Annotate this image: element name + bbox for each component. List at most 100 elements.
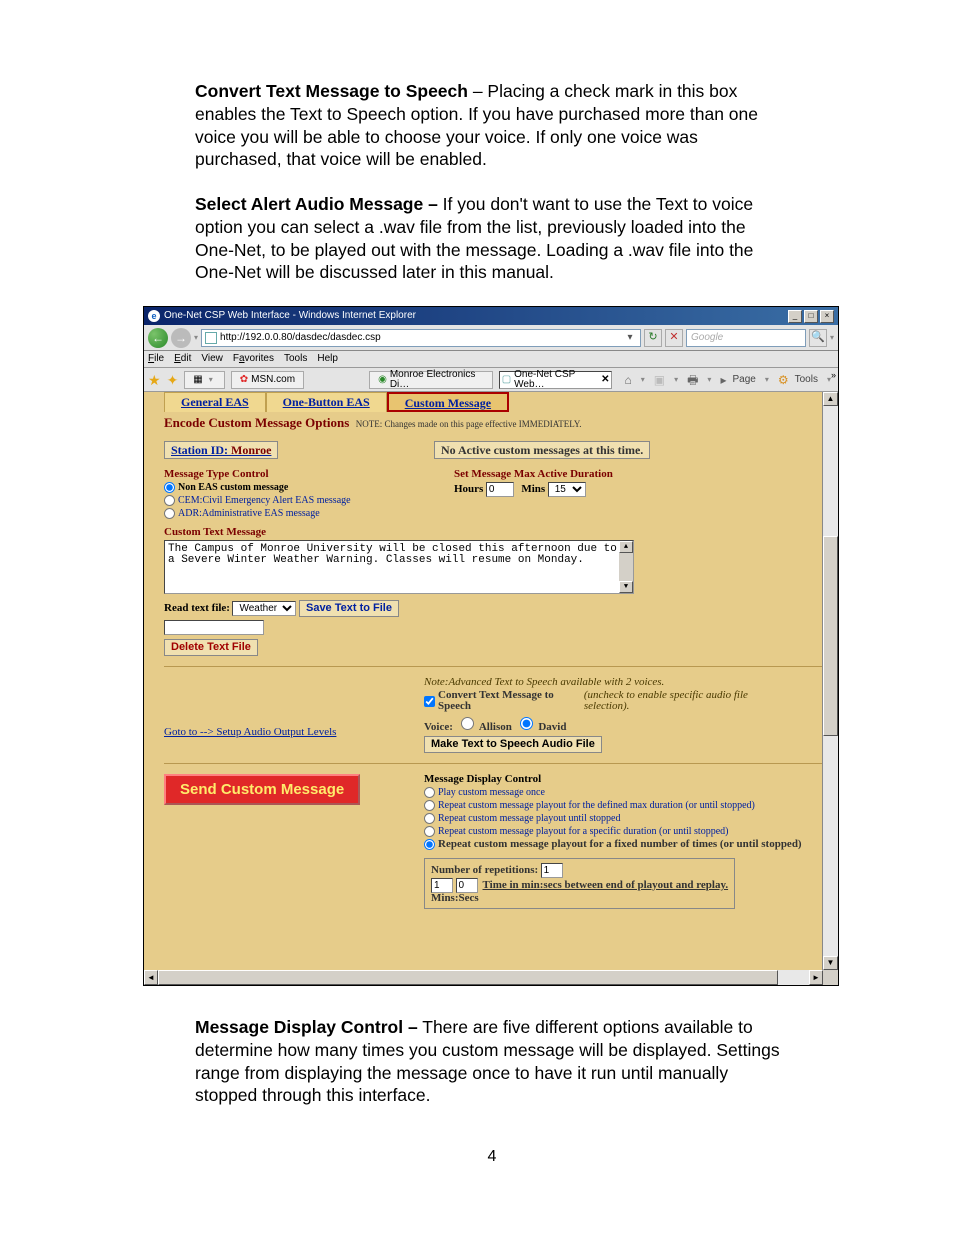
- scroll-down-icon[interactable]: ▼: [823, 956, 838, 970]
- voice-row: Voice: Allison David: [424, 714, 784, 733]
- tab-monroe[interactable]: ◉ Monroe Electronics Di…: [369, 371, 493, 389]
- print-icon[interactable]: 🖶: [687, 374, 698, 386]
- close-button[interactable]: ×: [820, 310, 834, 323]
- menu-file[interactable]: File: [148, 354, 164, 364]
- refresh-button[interactable]: ↻: [644, 329, 662, 347]
- voice-david[interactable]: [520, 717, 533, 730]
- menu-tools[interactable]: Tools: [284, 354, 307, 364]
- scroll-right-icon[interactable]: ►: [809, 970, 823, 985]
- window-title: One-Net CSP Web Interface - Windows Inte…: [164, 311, 416, 321]
- globe-icon: ◉: [378, 375, 387, 385]
- make-tts-button[interactable]: Make Text to Speech Audio File: [424, 736, 602, 753]
- delete-text-button[interactable]: Delete Text File: [164, 639, 258, 656]
- custom-text-header: Custom Text Message: [164, 527, 822, 538]
- tts-note: Note:Advanced Text to Speech available w…: [424, 677, 784, 688]
- scroll-left-icon[interactable]: ◄: [144, 970, 158, 985]
- mdc-opt-4[interactable]: Repeat custom message playout for a spec…: [424, 826, 804, 837]
- menu-favorites[interactable]: Favorites: [233, 354, 274, 364]
- scroll-up-icon[interactable]: ▲: [823, 392, 838, 406]
- maximize-button[interactable]: □: [804, 310, 818, 323]
- voice-allison[interactable]: [461, 717, 474, 730]
- feed-icon[interactable]: ▣: [654, 374, 665, 386]
- tab-one-button-eas[interactable]: One-Button EAS: [266, 392, 387, 412]
- read-file-row: Read text file: Weather Save Text to Fil…: [164, 600, 822, 617]
- addr-dropdown-icon[interactable]: ▾: [623, 333, 637, 343]
- filename-input[interactable]: [164, 620, 264, 635]
- tab-close-icon[interactable]: ✕: [601, 375, 609, 385]
- goto-audio-levels-link[interactable]: Goto to --> Setup Audio Output Levels: [164, 726, 336, 738]
- opt-adr[interactable]: ADR:Administrative EAS message: [164, 508, 414, 519]
- menu-help[interactable]: Help: [317, 354, 338, 364]
- address-bar[interactable]: http://192.0.0.80/dasdec/dasdec.csp ▾: [201, 329, 641, 347]
- msgtype-header: Message Type Control: [164, 469, 414, 480]
- read-file-select[interactable]: Weather: [232, 601, 296, 616]
- tools-icon[interactable]: ⚙: [778, 374, 789, 386]
- mdc-opt-3[interactable]: Repeat custom message playout until stop…: [424, 813, 804, 824]
- mdc-opt-5[interactable]: Repeat custom message playout for a fixe…: [424, 839, 804, 850]
- quick-tab-icon[interactable]: ▦▾: [184, 371, 224, 389]
- mdc-opt-1[interactable]: Play custom message once: [424, 787, 804, 798]
- search-placeholder: Google: [691, 333, 723, 343]
- forward-button[interactable]: →: [171, 328, 191, 348]
- page-content: General EAS One-Button EAS Custom Messag…: [144, 392, 823, 970]
- titlebar: e One-Net CSP Web Interface - Windows In…: [144, 307, 838, 325]
- page-menu-icon[interactable]: ▸: [720, 374, 726, 386]
- duration-header: Set Message Max Active Duration: [454, 469, 613, 480]
- tts-checkbox[interactable]: [424, 696, 435, 707]
- send-custom-message-button[interactable]: Send Custom Message: [164, 774, 360, 805]
- minimize-button[interactable]: _: [788, 310, 802, 323]
- time-min-input[interactable]: [431, 878, 453, 893]
- stop-button[interactable]: ✕: [665, 329, 683, 347]
- vertical-scrollbar[interactable]: ▲ ▼: [823, 392, 838, 970]
- paragraph-mdc: Message Display Control – There are five…: [195, 1016, 789, 1107]
- mdc-opt-2[interactable]: Repeat custom message playout for the de…: [424, 800, 804, 811]
- nav-bar: ← → ▾ http://192.0.0.80/dasdec/dasdec.cs…: [144, 325, 838, 351]
- opt-non-eas[interactable]: Non EAS custom message: [164, 482, 414, 493]
- menu-view[interactable]: View: [201, 354, 223, 364]
- no-active-box: No Active custom messages at this time.: [434, 441, 650, 459]
- back-button[interactable]: ←: [148, 328, 168, 348]
- scroll-thumb[interactable]: [823, 536, 838, 736]
- message-textarea[interactable]: The Campus of Monroe University will be …: [164, 540, 634, 594]
- save-text-button[interactable]: Save Text to File: [299, 600, 399, 617]
- radio-cem[interactable]: [164, 495, 175, 506]
- hscroll-thumb[interactable]: [158, 970, 778, 985]
- tab-toolbar: ★ ✦ ▦▾ ✿ MSN.com ◉ Monroe Electronics Di…: [144, 368, 838, 392]
- p2-bold: Select Alert Audio Message –: [195, 194, 438, 214]
- page-icon: ▢: [502, 375, 511, 385]
- home-icon[interactable]: ⌂: [624, 374, 631, 386]
- tab-custom-message[interactable]: Custom Message: [387, 392, 509, 412]
- opt-cem[interactable]: CEM:Civil Emergency Alert EAS message: [164, 495, 414, 506]
- url-text: http://192.0.0.80/dasdec/dasdec.csp: [220, 333, 623, 343]
- add-favorite-icon[interactable]: ✦: [167, 373, 179, 387]
- tab-general-eas[interactable]: General EAS: [164, 392, 266, 412]
- p3-bold: Message Display Control –: [195, 1017, 418, 1037]
- page-menu[interactable]: Page: [732, 375, 755, 385]
- radio-adr[interactable]: [164, 508, 175, 519]
- station-id-box[interactable]: Station ID: Monroe: [164, 441, 278, 459]
- textarea-scrollbar[interactable]: ▲▼: [619, 541, 633, 593]
- favorites-star-icon[interactable]: ★: [148, 373, 161, 387]
- time-sec-input[interactable]: [456, 878, 478, 893]
- tools-menu[interactable]: Tools: [795, 375, 818, 385]
- tab-msn[interactable]: ✿ MSN.com: [231, 371, 304, 389]
- menu-bar: File Edit View Favorites Tools Help: [144, 351, 838, 368]
- horizontal-scrollbar[interactable]: ◄ ►: [144, 970, 838, 985]
- search-input[interactable]: Google: [686, 329, 806, 347]
- hours-input[interactable]: [486, 482, 514, 497]
- radio-non-eas[interactable]: [164, 482, 175, 493]
- num-reps-input[interactable]: [541, 863, 563, 878]
- paragraph-select: Select Alert Audio Message – If you don'…: [195, 193, 789, 284]
- screenshot-window: e One-Net CSP Web Interface - Windows In…: [143, 306, 839, 986]
- duration-row: Hours Mins 15: [454, 482, 613, 497]
- tts-checkbox-row[interactable]: Convert Text Message to Speech (uncheck …: [424, 690, 784, 712]
- subtabs: General EAS One-Button EAS Custom Messag…: [164, 392, 822, 412]
- tab-onenet[interactable]: ▢ One-Net CSP Web… ✕: [499, 371, 613, 389]
- toolbar-overflow[interactable]: »: [831, 371, 836, 380]
- mdc-header: Message Display Control: [424, 774, 804, 785]
- mins-select[interactable]: 15: [548, 482, 586, 497]
- p1-bold: Convert Text Message to Speech: [195, 81, 468, 101]
- search-button[interactable]: 🔍: [809, 329, 827, 347]
- ie-icon: e: [148, 310, 160, 322]
- menu-edit[interactable]: Edit: [174, 354, 191, 364]
